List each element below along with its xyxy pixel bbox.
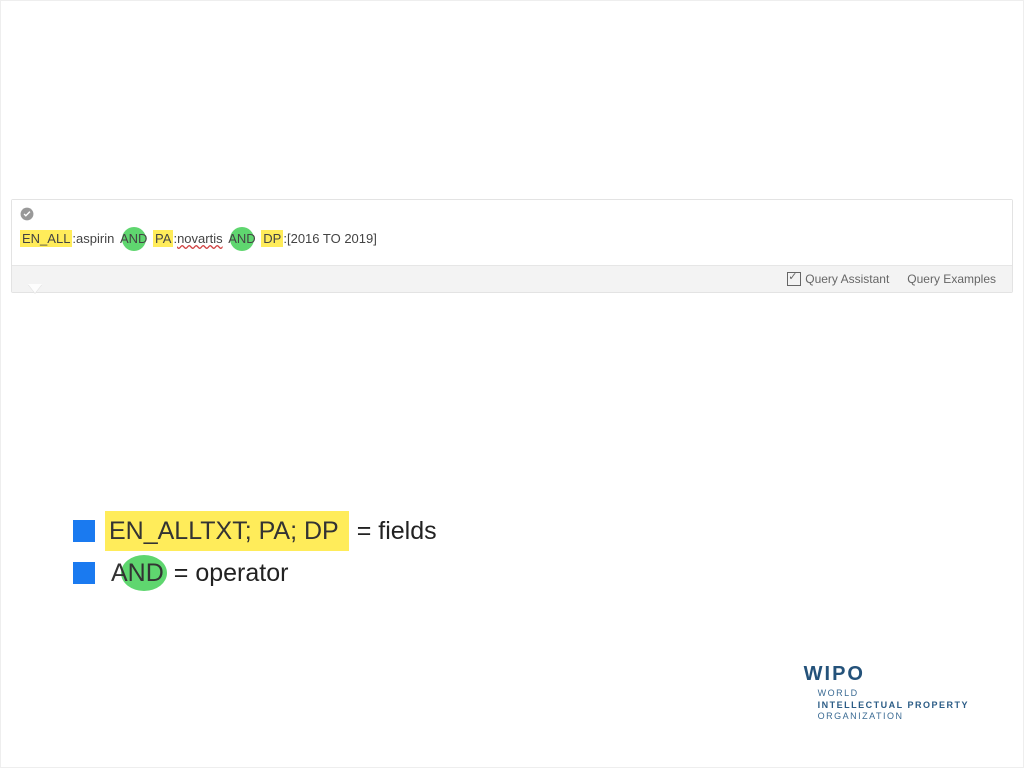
operator-and-2: AND xyxy=(226,229,257,249)
checkbox-checked-icon xyxy=(787,272,801,286)
query-examples-link[interactable]: Query Examples xyxy=(907,272,996,286)
valid-check-icon xyxy=(20,206,1004,227)
query-input-area[interactable]: EN_ALL:aspirin AND PA:novartis AND DP:[2… xyxy=(12,200,1012,265)
legend-row-operator: AND = operator xyxy=(73,553,441,593)
query-examples-label: Query Examples xyxy=(907,272,996,286)
legend-fields-label: = fields xyxy=(357,511,437,551)
query-line[interactable]: EN_ALL:aspirin AND PA:novartis AND DP:[2… xyxy=(20,229,1004,249)
term-novartis: novartis xyxy=(177,231,223,246)
field-pa: PA xyxy=(153,230,173,247)
field-dp: DP xyxy=(261,230,283,247)
wipo-line1: WORLD xyxy=(818,688,969,700)
field-en-all: EN_ALL xyxy=(20,230,72,247)
wipo-line3: ORGANIZATION xyxy=(818,711,969,723)
legend-and-text: AND xyxy=(105,553,170,593)
legend-row-fields: EN_ALLTXT; PA; DP = fields xyxy=(73,511,441,551)
wipo-logo-sub: WORLD INTELLECTUAL PROPERTY ORGANIZATION xyxy=(818,688,969,723)
legend: EN_ALLTXT; PA; DP = fields AND = operato… xyxy=(73,511,441,595)
wipo-logo-main: WIPO xyxy=(804,663,969,686)
legend-operator-label: = operator xyxy=(174,553,289,593)
query-assistant-label: Query Assistant xyxy=(805,272,889,286)
bullet-icon xyxy=(73,520,95,542)
query-footer-bar: Query Assistant Query Examples xyxy=(12,265,1012,292)
term-aspirin: aspirin xyxy=(76,231,114,246)
legend-fields-text: EN_ALLTXT; PA; DP xyxy=(105,511,349,551)
operator-and-1: AND xyxy=(118,229,149,249)
wipo-line2: INTELLECTUAL PROPERTY xyxy=(818,700,969,712)
term-range: [2016 TO 2019] xyxy=(287,231,377,246)
bullet-icon xyxy=(73,562,95,584)
query-assistant-link[interactable]: Query Assistant xyxy=(787,272,889,286)
speech-tail-icon xyxy=(28,284,42,293)
wipo-logo: WIPO WORLD INTELLECTUAL PROPERTY ORGANIZ… xyxy=(804,663,969,723)
slide: EN_ALL:aspirin AND PA:novartis AND DP:[2… xyxy=(0,0,1024,768)
query-panel: EN_ALL:aspirin AND PA:novartis AND DP:[2… xyxy=(11,199,1013,293)
